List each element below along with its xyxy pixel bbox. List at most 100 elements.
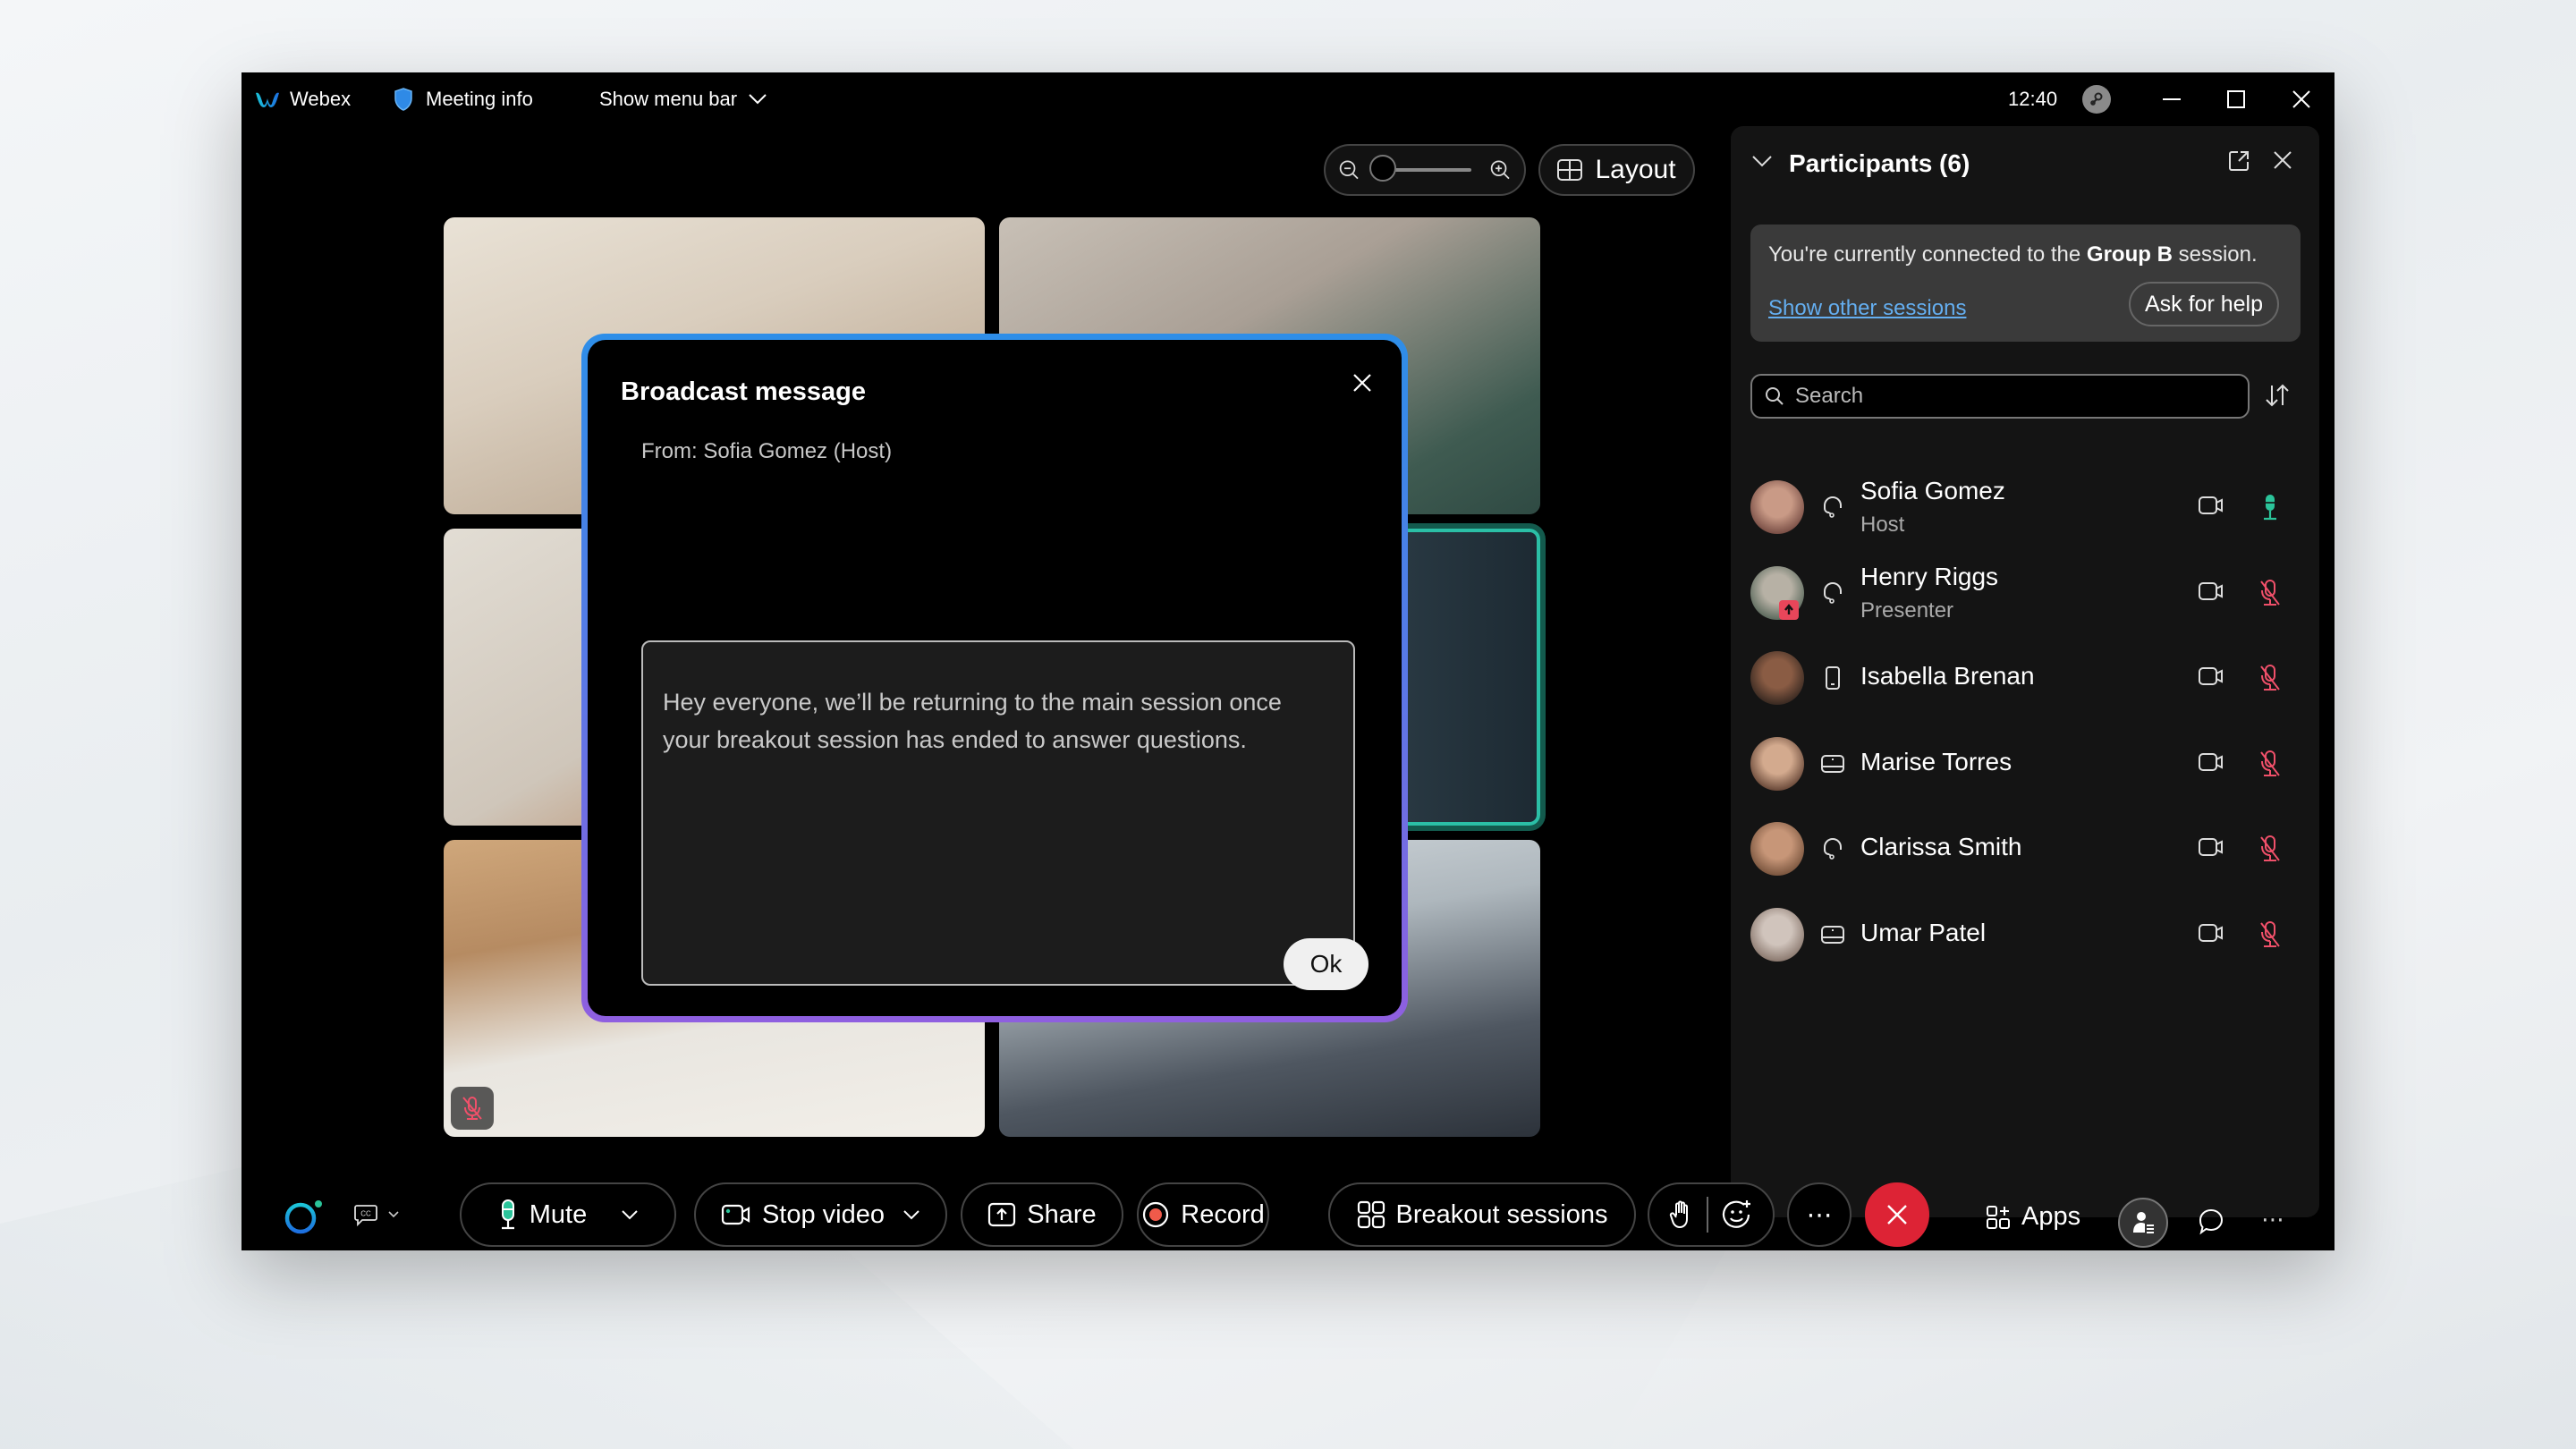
apps-label: Apps bbox=[2021, 1202, 2081, 1231]
microphone-icon[interactable] bbox=[2258, 493, 2282, 526]
search-input[interactable] bbox=[1795, 384, 2224, 409]
broadcast-message-text: Hey everyone, we’ll be returning to the … bbox=[641, 640, 1355, 986]
show-other-sessions-link[interactable]: Show other sessions bbox=[1768, 296, 1966, 321]
participant-row[interactable]: Isabella Brenan bbox=[1750, 649, 2301, 707]
desktop-icon bbox=[1820, 922, 1845, 952]
apps-icon bbox=[1987, 1205, 2010, 1229]
video-options-chevron-icon[interactable] bbox=[902, 1209, 920, 1220]
participant-role: Presenter bbox=[1860, 597, 1954, 623]
close-window-button[interactable] bbox=[2284, 85, 2319, 114]
collapse-chevron-icon[interactable] bbox=[1750, 149, 1774, 173]
record-button[interactable]: Record bbox=[1137, 1182, 1269, 1247]
participant-row[interactable]: Clarissa Smith bbox=[1750, 820, 2301, 877]
mobile-icon bbox=[1820, 665, 1845, 695]
desktop-icon bbox=[1820, 751, 1845, 781]
participant-row[interactable]: Sofia Gomez Host bbox=[1750, 477, 2301, 537]
dialog-title: Broadcast message bbox=[621, 377, 867, 406]
zoom-slider-thumb[interactable] bbox=[1368, 155, 1396, 182]
title-bar: Webex Meeting info Show menu bar 12:40 bbox=[242, 72, 2334, 126]
reactions-group bbox=[1648, 1182, 1775, 1247]
meeting-controls-toolbar: CC Mute Stop video Share Record Breakout… bbox=[242, 1179, 2334, 1250]
key-icon[interactable] bbox=[2082, 85, 2111, 114]
popout-icon[interactable] bbox=[2227, 149, 2250, 173]
video-camera-icon[interactable] bbox=[2198, 580, 2224, 606]
video-camera-icon[interactable] bbox=[2198, 836, 2224, 862]
participant-name: Henry Riggs bbox=[1860, 562, 1999, 590]
sort-icon[interactable] bbox=[2264, 382, 2291, 409]
meeting-info-button[interactable]: Meeting info bbox=[394, 85, 533, 114]
webex-app-label[interactable]: Webex bbox=[254, 85, 351, 114]
show-menu-bar-button[interactable]: Show menu bar bbox=[599, 85, 767, 114]
zoom-slider[interactable] bbox=[1368, 155, 1472, 182]
zoom-out-icon[interactable] bbox=[1338, 157, 1360, 182]
webex-logo-icon bbox=[256, 92, 279, 107]
participant-search[interactable] bbox=[1750, 374, 2250, 419]
chevron-down-icon bbox=[749, 94, 767, 105]
add-reaction-icon[interactable] bbox=[1721, 1199, 1753, 1231]
ask-for-help-button[interactable]: Ask for help bbox=[2129, 282, 2279, 326]
panel-header: Participants (6) bbox=[1731, 126, 2319, 198]
minimize-button[interactable] bbox=[2154, 85, 2190, 114]
mic-muted-icon[interactable] bbox=[2258, 579, 2282, 612]
video-camera-icon[interactable] bbox=[2198, 751, 2224, 777]
participant-name: Sofia Gomez bbox=[1860, 477, 2005, 504]
mic-muted-icon[interactable] bbox=[2258, 920, 2282, 953]
chat-icon[interactable] bbox=[2197, 1208, 2225, 1236]
close-panel-icon[interactable] bbox=[2272, 149, 2293, 171]
maximize-icon bbox=[2227, 90, 2245, 108]
avatar-image bbox=[1750, 651, 1804, 705]
participants-icon bbox=[2133, 1212, 2154, 1233]
share-button[interactable]: Share bbox=[961, 1182, 1123, 1247]
session-name: Group B bbox=[2086, 242, 2173, 267]
video-camera-icon[interactable] bbox=[2198, 922, 2224, 948]
record-icon bbox=[1143, 1201, 1169, 1228]
participants-toggle-button[interactable] bbox=[2118, 1198, 2168, 1248]
leave-meeting-button[interactable] bbox=[1865, 1182, 1929, 1247]
close-icon bbox=[2292, 90, 2310, 108]
participants-title: Participants (6) bbox=[1789, 149, 1970, 177]
ai-assistant-icon[interactable] bbox=[284, 1199, 326, 1234]
avatar-image bbox=[1750, 480, 1804, 534]
stop-video-label: Stop video bbox=[761, 1199, 886, 1229]
mic-muted-icon[interactable] bbox=[2258, 664, 2282, 697]
layout-button[interactable]: Layout bbox=[1538, 144, 1695, 196]
participant-row[interactable]: Umar Patel bbox=[1750, 906, 2301, 963]
raise-hand-icon[interactable] bbox=[1669, 1199, 1694, 1230]
breakout-grid-icon bbox=[1357, 1200, 1385, 1229]
mic-muted-icon[interactable] bbox=[2258, 835, 2282, 868]
minimize-icon bbox=[2163, 98, 2181, 100]
video-camera-icon[interactable] bbox=[2198, 495, 2224, 521]
mute-label: Mute bbox=[529, 1199, 588, 1229]
headset-icon bbox=[1820, 836, 1845, 866]
mute-options-chevron-icon[interactable] bbox=[621, 1209, 639, 1220]
participants-panel: Participants (6) You're currently connec… bbox=[1731, 126, 2319, 1217]
layout-grid-icon bbox=[1557, 159, 1583, 181]
avatar-image bbox=[1750, 907, 1804, 962]
participant-row[interactable]: Marise Torres bbox=[1750, 735, 2301, 792]
avatar-image bbox=[1750, 736, 1804, 791]
breakout-session-notice: You're currently connected to the Group … bbox=[1750, 225, 2301, 342]
breakout-sessions-button[interactable]: Breakout sessions bbox=[1328, 1182, 1636, 1247]
video-camera-icon[interactable] bbox=[2198, 665, 2224, 691]
more-options-button[interactable]: ⋯ bbox=[1787, 1182, 1852, 1247]
session-status-text: You're currently connected to the Group … bbox=[1768, 242, 2258, 267]
avatar bbox=[1750, 822, 1804, 876]
avatar bbox=[1750, 651, 1804, 705]
mic-muted-icon[interactable] bbox=[2258, 750, 2282, 783]
zoom-in-icon[interactable] bbox=[1489, 157, 1512, 182]
stop-video-button[interactable]: Stop video bbox=[694, 1182, 947, 1247]
ok-button[interactable]: Ok bbox=[1284, 938, 1368, 990]
closed-captions-icon: CC bbox=[354, 1205, 377, 1227]
dialog-close-button[interactable] bbox=[1344, 365, 1380, 401]
participant-row[interactable]: Henry Riggs Presenter bbox=[1750, 562, 2301, 623]
layout-label: Layout bbox=[1595, 155, 1676, 184]
avatar-image bbox=[1750, 822, 1804, 876]
mute-button[interactable]: Mute bbox=[460, 1182, 676, 1247]
meeting-info-label: Meeting info bbox=[426, 88, 533, 110]
maximize-button[interactable] bbox=[2218, 85, 2254, 114]
apps-button[interactable]: Apps bbox=[1986, 1202, 2080, 1232]
overflow-menu-button[interactable]: ⋯ bbox=[2261, 1206, 2284, 1233]
avatar bbox=[1750, 907, 1804, 962]
closed-captions-button[interactable]: CC bbox=[353, 1202, 400, 1227]
participant-name: Marise Torres bbox=[1860, 747, 2012, 775]
